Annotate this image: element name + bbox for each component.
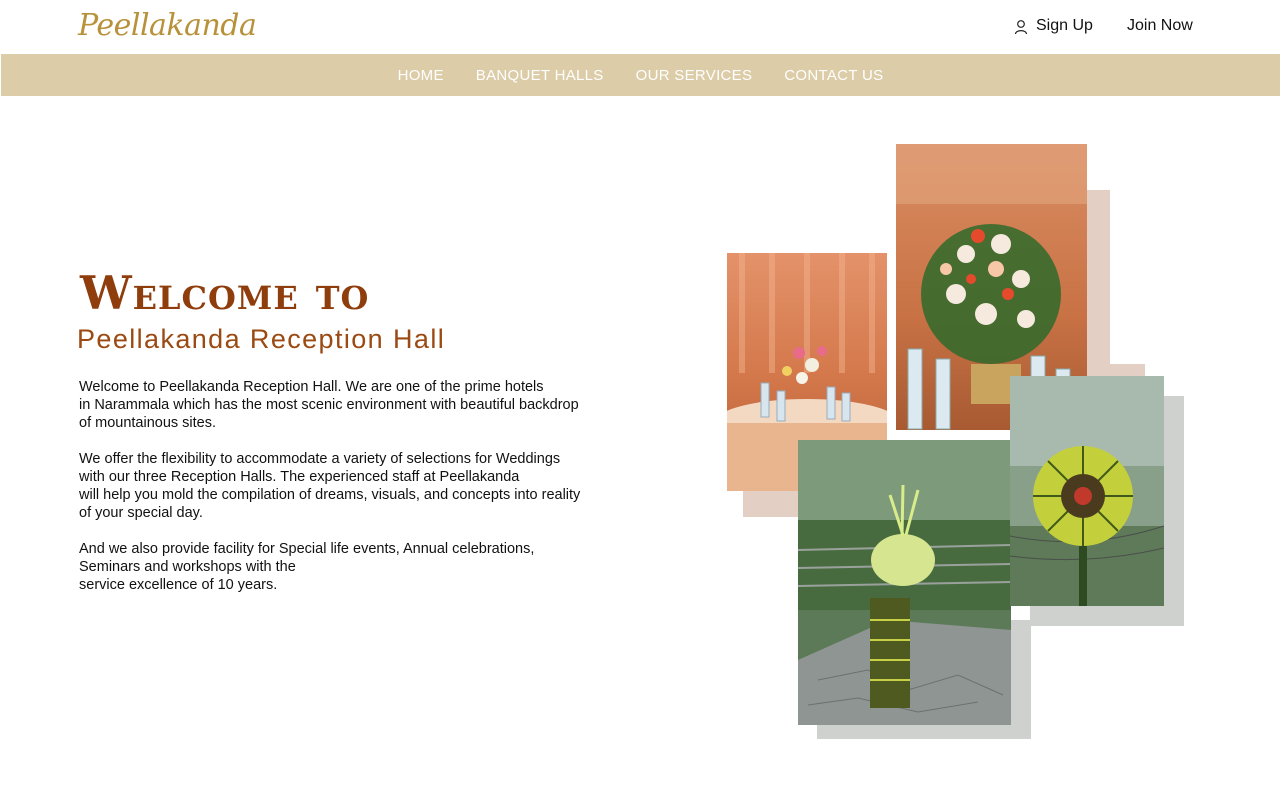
welcome-heading: Welcome to	[80, 266, 370, 320]
paragraph-line: Welcome to Peellakanda Reception Hall. W…	[79, 379, 544, 395]
hall-subtitle: Peellakanda Reception Hall	[77, 324, 446, 354]
nav-item-our-services[interactable]: OUR SERVICES	[636, 67, 753, 84]
join-now-link[interactable]: Join Now	[1127, 17, 1193, 35]
events-paragraph: And we also provide facility for Special…	[79, 540, 679, 594]
garden-sculpture-photo	[798, 440, 1011, 725]
nav-item-banquet-halls[interactable]: BANQUET HALLS	[476, 67, 604, 84]
nav-item-contact-us[interactable]: CONTACT US	[784, 67, 883, 84]
paragraph-line: of mountainous sites.	[79, 415, 217, 431]
main-nav: HOME BANQUET HALLS OUR SERVICES CONTACT …	[1, 54, 1280, 96]
flexibility-paragraph: We offer the flexibility to accommodate …	[79, 450, 679, 522]
join-now-label: Join Now	[1127, 17, 1193, 34]
paragraph-line: And we also provide facility for Special…	[79, 541, 535, 557]
site-logo[interactable]: Peellakanda	[78, 8, 257, 43]
paragraph-line: service excellence of 10 years.	[79, 577, 278, 593]
signup-link[interactable]: Sign Up	[1014, 17, 1093, 35]
paragraph-line: in Narammala which has the most scenic e…	[79, 397, 579, 413]
site-header: Peellakanda Sign Up Join Now	[0, 0, 1280, 54]
paragraph-line: Seminars and workshops with the	[79, 559, 296, 575]
paragraph-line: of your special day.	[79, 505, 203, 521]
signup-label: Sign Up	[1036, 17, 1093, 34]
user-icon	[1014, 20, 1028, 35]
paragraph-line: We offer the flexibility to accommodate …	[79, 451, 561, 467]
paragraph-line: will help you mold the compilation of dr…	[79, 487, 581, 503]
intro-paragraph: Welcome to Peellakanda Reception Hall. W…	[79, 378, 679, 432]
nav-item-home[interactable]: HOME	[398, 67, 444, 84]
sunflower-sculpture-photo	[1010, 376, 1164, 606]
paragraph-line: with our three Reception Halls. The expe…	[79, 469, 520, 485]
